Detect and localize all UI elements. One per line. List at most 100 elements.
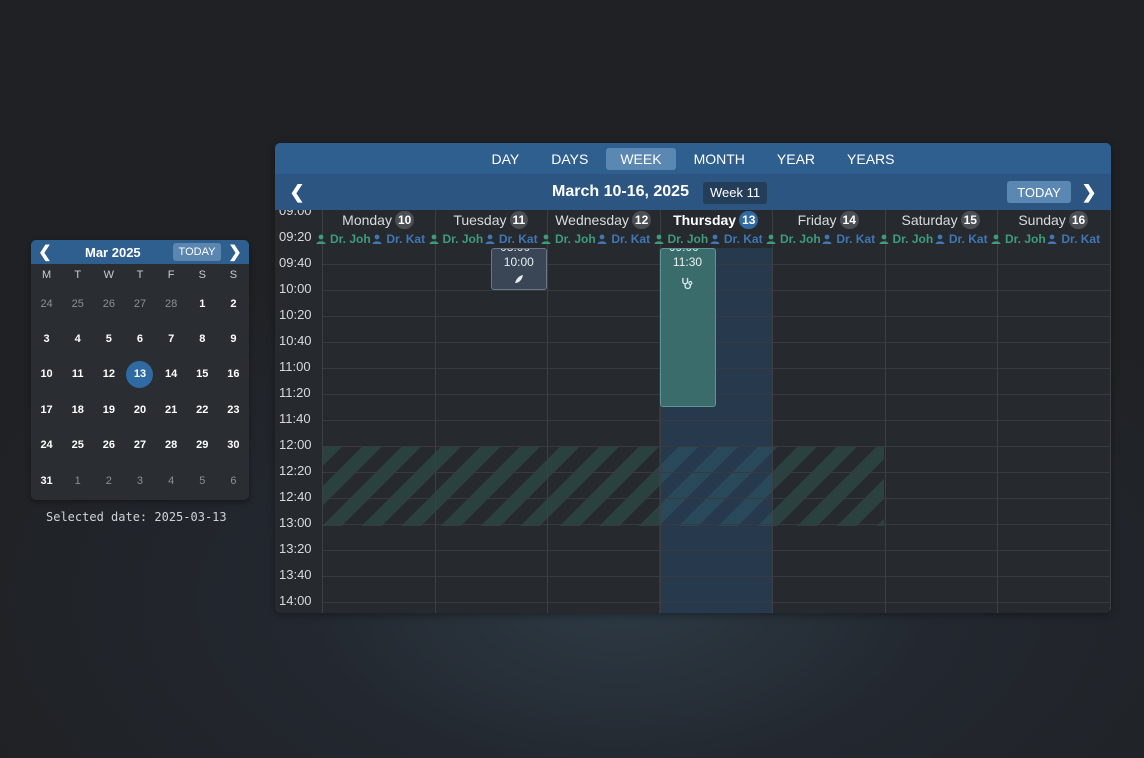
mini-day-cell[interactable]: 1 [187,286,218,321]
prev-week-chevron-left-icon[interactable]: ❮ [283,174,311,210]
mini-weekday-label: S [198,269,206,281]
day-header-tuesday[interactable]: Tuesday 11 [435,210,548,230]
mini-day-cell[interactable]: 8 [187,321,218,356]
mini-day-cell[interactable]: 12 [93,357,124,392]
week-number-badge: Week 11 [703,182,768,204]
mini-next-month-chevron-right-icon[interactable]: ❯ [223,240,247,264]
time-slot-label: 12:40 [279,489,312,504]
day-number-badge: 14 [839,211,859,229]
mini-day-cell[interactable]: 5 [187,463,218,498]
view-tab-week[interactable]: WEEK [606,147,676,170]
mini-day-cell[interactable]: 5 [93,321,124,356]
person-icon [541,234,551,244]
day-column-divider [1109,210,1111,613]
resource-kate[interactable]: Dr. Kat [822,230,878,248]
resource-john[interactable]: Dr. Joh [316,230,372,248]
view-tab-day[interactable]: DAY [478,148,534,170]
mini-day-cell[interactable]: 27 [124,428,155,463]
time-gridline [322,576,1111,577]
resource-kate[interactable]: Dr. Kat [1047,230,1103,248]
mini-weekday-label: F [167,269,175,281]
mini-day-cell[interactable]: 28 [156,286,187,321]
resource-kate[interactable]: Dr. Kat [372,230,428,248]
time-gridline [322,472,1111,473]
resource-row: Dr. Joh Dr. Kat [654,230,773,248]
mini-day-cell[interactable]: 26 [93,428,124,463]
mini-day-number: 26 [102,297,115,310]
resource-john[interactable]: Dr. Joh [654,230,710,248]
day-name: Tuesday [453,212,507,228]
view-tab-month[interactable]: MONTH [680,148,759,170]
day-header-sunday[interactable]: Sunday 16 [997,210,1110,230]
day-header-saturday[interactable]: Saturday 15 [885,210,998,230]
mini-day-cell[interactable]: 11 [62,357,93,392]
resource-john[interactable]: Dr. Joh [541,230,597,248]
mini-day-cell[interactable]: 6 [124,321,155,356]
mini-day-cell[interactable]: 28 [156,428,187,463]
mini-day-cell[interactable]: 20 [124,392,155,427]
mini-day-cell[interactable]: 29 [187,428,218,463]
view-tab-year[interactable]: YEAR [763,148,829,170]
resource-kate[interactable]: Dr. Kat [485,230,541,248]
view-tab-years[interactable]: YEARS [833,148,908,170]
mini-day-cell[interactable]: 25 [62,286,93,321]
mini-day-cell[interactable]: 23 [218,392,249,427]
mini-day-cell[interactable]: 14 [156,357,187,392]
view-tab-days[interactable]: DAYS [537,148,602,170]
mini-day-cell[interactable]: 26 [93,286,124,321]
resource-row: Dr. Joh Dr. Kat [879,230,998,248]
resource-kate[interactable]: Dr. Kat [597,230,653,248]
mini-day-cell[interactable]: 4 [62,321,93,356]
time-slot-label: 10:20 [279,307,312,322]
mini-day-cell[interactable]: 7 [156,321,187,356]
mini-day-cell[interactable]: 18 [62,392,93,427]
mini-day-cell[interactable]: 1 [62,463,93,498]
mini-day-cell[interactable]: 30 [218,428,249,463]
mini-prev-month-chevron-left-icon[interactable]: ❮ [33,240,57,264]
mini-day-cell[interactable]: 2 [218,286,249,321]
week-scheduler: DAY DAYS WEEK MONTH YEAR YEARS ❮ March 10-16,… [275,143,1111,613]
mini-day-cell[interactable]: 24 [31,428,62,463]
mini-day-cell[interactable]: 19 [93,392,124,427]
resource-name: Dr. Joh [555,232,596,246]
mini-day-cell[interactable]: 31 [31,463,62,498]
resource-john[interactable]: Dr. Joh [429,230,485,248]
mini-today-button[interactable]: TODAY [173,243,221,261]
day-header-wednesday[interactable]: Wednesday 12 [547,210,660,230]
resource-john[interactable]: Dr. Joh [766,230,822,248]
resource-kate[interactable]: Dr. Kat [935,230,991,248]
mini-day-cell[interactable]: 27 [124,286,155,321]
resource-john[interactable]: Dr. Joh [991,230,1047,248]
event-icon-wrapper [492,274,546,284]
person-icon [654,234,663,244]
appointment-event[interactable]: 09:00 - 11:30 [659,248,716,407]
mini-day-cell[interactable]: 4 [156,463,187,498]
mini-day-cell[interactable]: 13 [124,357,155,392]
mini-day-cell[interactable]: 6 [218,463,249,498]
mini-day-cell[interactable]: 15 [187,357,218,392]
mini-day-cell[interactable]: 25 [62,428,93,463]
mini-day-cell[interactable]: 17 [31,392,62,427]
resource-kate[interactable]: Dr. Kat [710,230,766,248]
day-header-thursday[interactable]: Thursday 13 [660,210,773,230]
mini-day-cell[interactable]: 9 [218,321,249,356]
resource-name: Dr. Kat [386,232,426,246]
mini-day-cell[interactable]: 3 [124,463,155,498]
date-range-title: March 10-16, 2025 [552,183,689,200]
day-header-monday[interactable]: Monday 10 [322,210,435,230]
mini-weekday-label: T [136,269,144,281]
next-week-chevron-right-icon[interactable]: ❯ [1075,174,1103,210]
mini-day-cell[interactable]: 16 [218,357,249,392]
mini-day-cell[interactable]: 2 [93,463,124,498]
resource-john[interactable]: Dr. Joh [879,230,935,248]
mini-day-cell[interactable]: 24 [31,286,62,321]
mini-day-cell[interactable]: 10 [31,357,62,392]
appointment-event[interactable]: 08:00 - 10:00 [490,248,547,290]
today-button[interactable]: TODAY [1007,181,1071,203]
time-gridline [322,316,1111,317]
mini-day-cell[interactable]: 3 [31,321,62,356]
time-grid[interactable]: 09:00 09:20 09:40 10:00 10:20 10:40 11:00 11:20… [275,210,1111,613]
mini-day-cell[interactable]: 21 [156,392,187,427]
day-header-friday[interactable]: Friday 14 [772,210,885,230]
mini-day-cell[interactable]: 22 [187,392,218,427]
